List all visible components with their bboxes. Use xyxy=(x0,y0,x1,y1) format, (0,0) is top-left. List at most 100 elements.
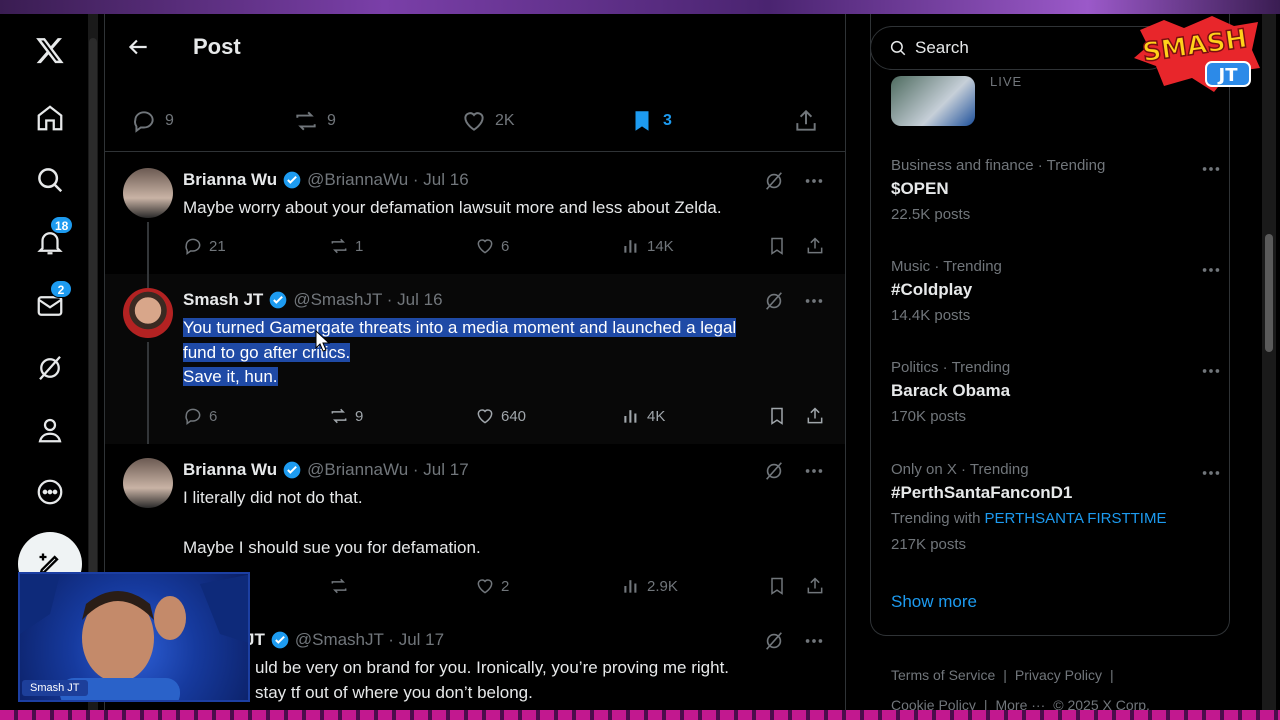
more-options-icon[interactable] xyxy=(803,460,825,482)
thread-line xyxy=(147,222,149,274)
bookmark-count: 3 xyxy=(663,112,672,129)
like-button[interactable]: 2 xyxy=(475,576,509,596)
trend-more-icon[interactable] xyxy=(1200,462,1222,484)
tweet-text: I literally did not do that. Maybe I sho… xyxy=(183,486,823,560)
repost-count: 9 xyxy=(355,407,364,425)
bookmark-button[interactable] xyxy=(767,236,787,256)
more-options-icon[interactable] xyxy=(803,630,825,652)
trend-category: Only on X · Trending xyxy=(891,461,1029,478)
reply-tweet[interactable]: Brianna Wu @BriannaWu · Jul 16 Maybe wor… xyxy=(105,154,845,274)
footer-separator: | xyxy=(1110,667,1114,683)
trend-more-icon[interactable] xyxy=(1200,158,1222,180)
views-button[interactable]: 4K xyxy=(621,406,665,426)
profile-icon[interactable] xyxy=(30,410,70,450)
x-logo-icon[interactable] xyxy=(30,30,70,70)
bookmark-button[interactable] xyxy=(767,576,787,596)
trending-with-links[interactable]: PERTHSANTA FIRSTTIME xyxy=(985,510,1167,527)
notifications-icon[interactable]: 18 xyxy=(30,216,74,262)
search-input[interactable]: Search xyxy=(870,26,1170,70)
tweet-text-line: stay tf out of where you don’t belong. xyxy=(255,682,533,702)
avatar[interactable] xyxy=(123,458,173,508)
author-name[interactable]: Brianna Wu xyxy=(183,170,277,190)
repost-button[interactable]: 1 xyxy=(329,236,363,256)
messages-icon[interactable]: 2 xyxy=(30,280,72,326)
share-button[interactable] xyxy=(793,108,819,134)
reply-button[interactable]: 9 xyxy=(131,108,174,134)
tweet-text-line: Save it, hun. xyxy=(183,367,278,386)
share-icon xyxy=(796,109,816,131)
explore-icon[interactable] xyxy=(30,160,70,200)
grok-icon[interactable] xyxy=(763,460,785,482)
more-icon[interactable] xyxy=(30,472,70,512)
more-options-icon[interactable] xyxy=(803,170,825,192)
views-icon xyxy=(624,410,637,423)
trend-more-icon[interactable] xyxy=(1200,259,1222,281)
trend-more-icon[interactable] xyxy=(1200,360,1222,382)
tweet-text: uld be very on brand for you. Ironically… xyxy=(255,656,835,705)
trend-category: Music · Trending xyxy=(891,258,1002,275)
home-icon[interactable] xyxy=(30,98,70,138)
grok-icon[interactable] xyxy=(30,348,70,388)
verified-badge-icon xyxy=(283,171,301,189)
avatar[interactable] xyxy=(123,168,173,218)
reply-count: 21 xyxy=(209,237,226,255)
views-button[interactable]: 14K xyxy=(621,236,674,256)
share-button[interactable] xyxy=(805,236,825,256)
author-name[interactable]: Smash JT xyxy=(183,290,263,310)
trend-category: Business and finance · Trending xyxy=(891,157,1106,174)
reply-tweet[interactable]: Smash JT @SmashJT · Jul 16 You turned Ga… xyxy=(105,274,845,444)
like-button[interactable]: 640 xyxy=(475,406,526,426)
author-handle[interactable]: @SmashJT · Jul 17 xyxy=(295,630,444,650)
like-button[interactable]: 2K xyxy=(461,108,515,134)
thread-line xyxy=(147,274,149,288)
repost-button[interactable] xyxy=(329,576,349,596)
trend-item[interactable]: Only on X · Trending #PerthSantaFanconD1… xyxy=(891,460,1211,558)
like-button[interactable]: 6 xyxy=(475,236,509,256)
show-more-link[interactable]: Show more xyxy=(891,592,977,612)
trend-item[interactable]: Politics · Trending Barack Obama 170K po… xyxy=(891,358,1211,430)
trend-item[interactable]: Music · Trending #Coldplay 14.4K posts xyxy=(891,257,1211,329)
more-options-icon[interactable] xyxy=(803,290,825,312)
bookmark-filled-icon xyxy=(635,111,649,131)
trend-item[interactable]: Business and finance · Trending $OPEN 22… xyxy=(891,156,1211,228)
logo-text: JT xyxy=(1217,65,1239,86)
bookmark-button[interactable]: 3 xyxy=(629,108,672,134)
trend-name: #PerthSantaFanconD1 xyxy=(891,483,1073,502)
repost-icon xyxy=(331,238,347,254)
reply-count: 9 xyxy=(165,112,174,129)
reply-button[interactable]: 21 xyxy=(183,236,226,256)
heart-icon xyxy=(477,239,493,254)
avatar[interactable] xyxy=(123,288,173,338)
grok-icon[interactable] xyxy=(763,630,785,652)
views-button[interactable]: 2.9K xyxy=(621,576,678,596)
smash-jt-logo: SMASH JT xyxy=(1134,16,1260,92)
repost-button[interactable]: 9 xyxy=(329,406,363,426)
trending-with-label: Trending with xyxy=(891,510,981,527)
grok-icon[interactable] xyxy=(763,290,785,312)
trend-name: #Coldplay xyxy=(891,280,973,299)
repost-button[interactable]: 9 xyxy=(293,108,336,134)
privacy-link[interactable]: Privacy Policy xyxy=(1015,667,1102,683)
like-count: 2 xyxy=(501,577,510,595)
views-icon xyxy=(624,240,637,253)
back-arrow-icon[interactable] xyxy=(125,34,151,60)
live-thumbnail[interactable] xyxy=(891,76,975,126)
right-sidebar: LIVE Search SMASH JT Business and financ… xyxy=(848,14,1280,713)
author-handle[interactable]: @SmashJT · Jul 16 xyxy=(293,290,442,310)
author-handle[interactable]: @BriannaWu · Jul 17 xyxy=(307,460,469,480)
grok-icon[interactable] xyxy=(763,170,785,192)
author-name[interactable]: Brianna Wu xyxy=(183,460,277,480)
author-handle[interactable]: @BriannaWu · Jul 16 xyxy=(307,170,469,190)
reply-button[interactable]: 6 xyxy=(183,406,217,426)
page-scrollbar[interactable] xyxy=(1262,14,1276,710)
tweet-text: You turned Gamergate threats into a medi… xyxy=(183,316,823,390)
trend-post-count: 217K posts xyxy=(891,536,967,553)
share-button[interactable] xyxy=(805,406,825,426)
share-button[interactable] xyxy=(805,576,825,596)
repost-count: 9 xyxy=(327,112,336,129)
bookmark-icon xyxy=(771,407,783,425)
messages-badge: 2 xyxy=(50,280,72,298)
trend-name: $OPEN xyxy=(891,179,949,198)
terms-link[interactable]: Terms of Service xyxy=(891,667,995,683)
bookmark-button[interactable] xyxy=(767,406,787,426)
